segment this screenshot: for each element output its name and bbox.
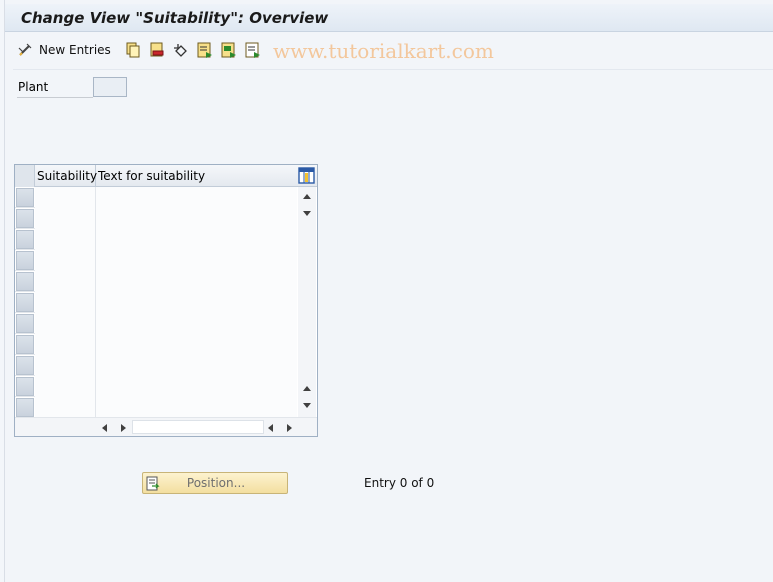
select-all-rows-cell[interactable] [15,165,35,187]
application-toolbar: New Entries www.tutorialkart.com [5,37,773,65]
table-row[interactable] [15,250,297,271]
cell-suitability[interactable] [35,355,96,376]
deselect-all-icon [245,42,260,58]
cell-text-for-suitability[interactable] [96,292,297,313]
deselect-all-button[interactable] [245,41,261,59]
page-title: Change View "Suitability": Overview [21,9,329,27]
table-row[interactable] [15,376,297,397]
scroll-right-icon[interactable] [285,423,293,433]
row-selector[interactable] [16,335,34,354]
select-all-icon [197,42,212,58]
scroll-left-icon[interactable] [101,423,109,433]
vertical-scrollbar[interactable] [298,187,316,417]
table-row[interactable] [15,292,297,313]
table-row[interactable] [15,334,297,355]
cell-text-for-suitability[interactable] [96,334,297,355]
scroll-page-up-icon[interactable] [302,385,312,393]
row-selector[interactable] [16,272,34,291]
undo-change-button[interactable] [173,41,189,59]
delete-icon [150,42,164,57]
cell-text-for-suitability[interactable] [96,208,297,229]
cell-text-for-suitability[interactable] [96,229,297,250]
cell-text-for-suitability[interactable] [96,187,297,208]
cell-text-for-suitability[interactable] [96,397,297,418]
watermark: www.tutorialkart.com [273,39,494,63]
column-header-text-for-suitability[interactable]: Text for suitability [96,165,298,187]
table-row[interactable] [15,397,297,418]
divider [13,69,773,70]
select-all-button[interactable] [197,41,213,59]
row-selector[interactable] [16,251,34,270]
column-header-suitability[interactable]: Suitability [35,165,97,187]
table-header: Suitability Text for suitability [15,165,317,187]
row-selector[interactable] [16,293,34,312]
horizontal-scroll-track[interactable] [132,420,264,434]
scroll-down-icon[interactable] [302,210,312,218]
table-row[interactable] [15,355,297,376]
cell-suitability[interactable] [35,376,96,397]
cell-text-for-suitability[interactable] [96,313,297,334]
copy-as-button[interactable] [125,41,141,59]
change-display-icon [18,43,32,56]
row-selector[interactable] [16,230,34,249]
sap-window: Change View "Suitability": Overview New … [4,0,773,582]
cell-text-for-suitability[interactable] [96,250,297,271]
delete-button[interactable] [149,41,165,59]
table-settings-icon[interactable] [298,167,315,184]
scroll-right-icon[interactable] [119,423,127,433]
table-row[interactable] [15,313,297,334]
scroll-page-down-icon[interactable] [302,402,312,410]
undo-icon [174,44,187,57]
row-selector[interactable] [16,209,34,228]
cell-text-for-suitability[interactable] [96,271,297,292]
horizontal-scrollbar[interactable] [15,417,317,436]
table-row[interactable] [15,187,297,208]
new-entries-button-label[interactable]: New Entries [39,43,111,57]
position-button-label: Position... [186,476,246,490]
table-row[interactable] [15,271,297,292]
cell-suitability[interactable] [35,250,96,271]
table-row[interactable] [15,208,297,229]
cell-text-for-suitability[interactable] [96,355,297,376]
suitability-table: Suitability Text for suitability [14,164,318,437]
position-button[interactable]: Position... [142,472,288,494]
change-display-button[interactable]: New Entries [17,41,111,59]
cell-suitability[interactable] [35,187,96,208]
select-block-icon [221,42,236,58]
entry-count: Entry 0 of 0 [364,476,435,490]
row-selector[interactable] [16,356,34,375]
plant-input-field[interactable] [93,77,127,97]
title-bar: Change View "Suitability": Overview [5,4,773,32]
row-selector[interactable] [16,188,34,207]
cell-suitability[interactable] [35,313,96,334]
row-selector[interactable] [16,398,34,417]
row-selector[interactable] [16,377,34,396]
cell-suitability[interactable] [35,397,96,418]
cell-suitability[interactable] [35,208,96,229]
cell-suitability[interactable] [35,271,96,292]
plant-label: Plant [17,78,93,98]
cell-suitability[interactable] [35,292,96,313]
row-selector[interactable] [16,314,34,333]
copy-icon [126,42,140,58]
select-block-button[interactable] [221,41,237,59]
cell-text-for-suitability[interactable] [96,376,297,397]
scroll-left-icon[interactable] [267,423,275,433]
cell-suitability[interactable] [35,229,96,250]
scroll-up-icon[interactable] [302,193,312,201]
table-row[interactable] [15,229,297,250]
cell-suitability[interactable] [35,334,96,355]
